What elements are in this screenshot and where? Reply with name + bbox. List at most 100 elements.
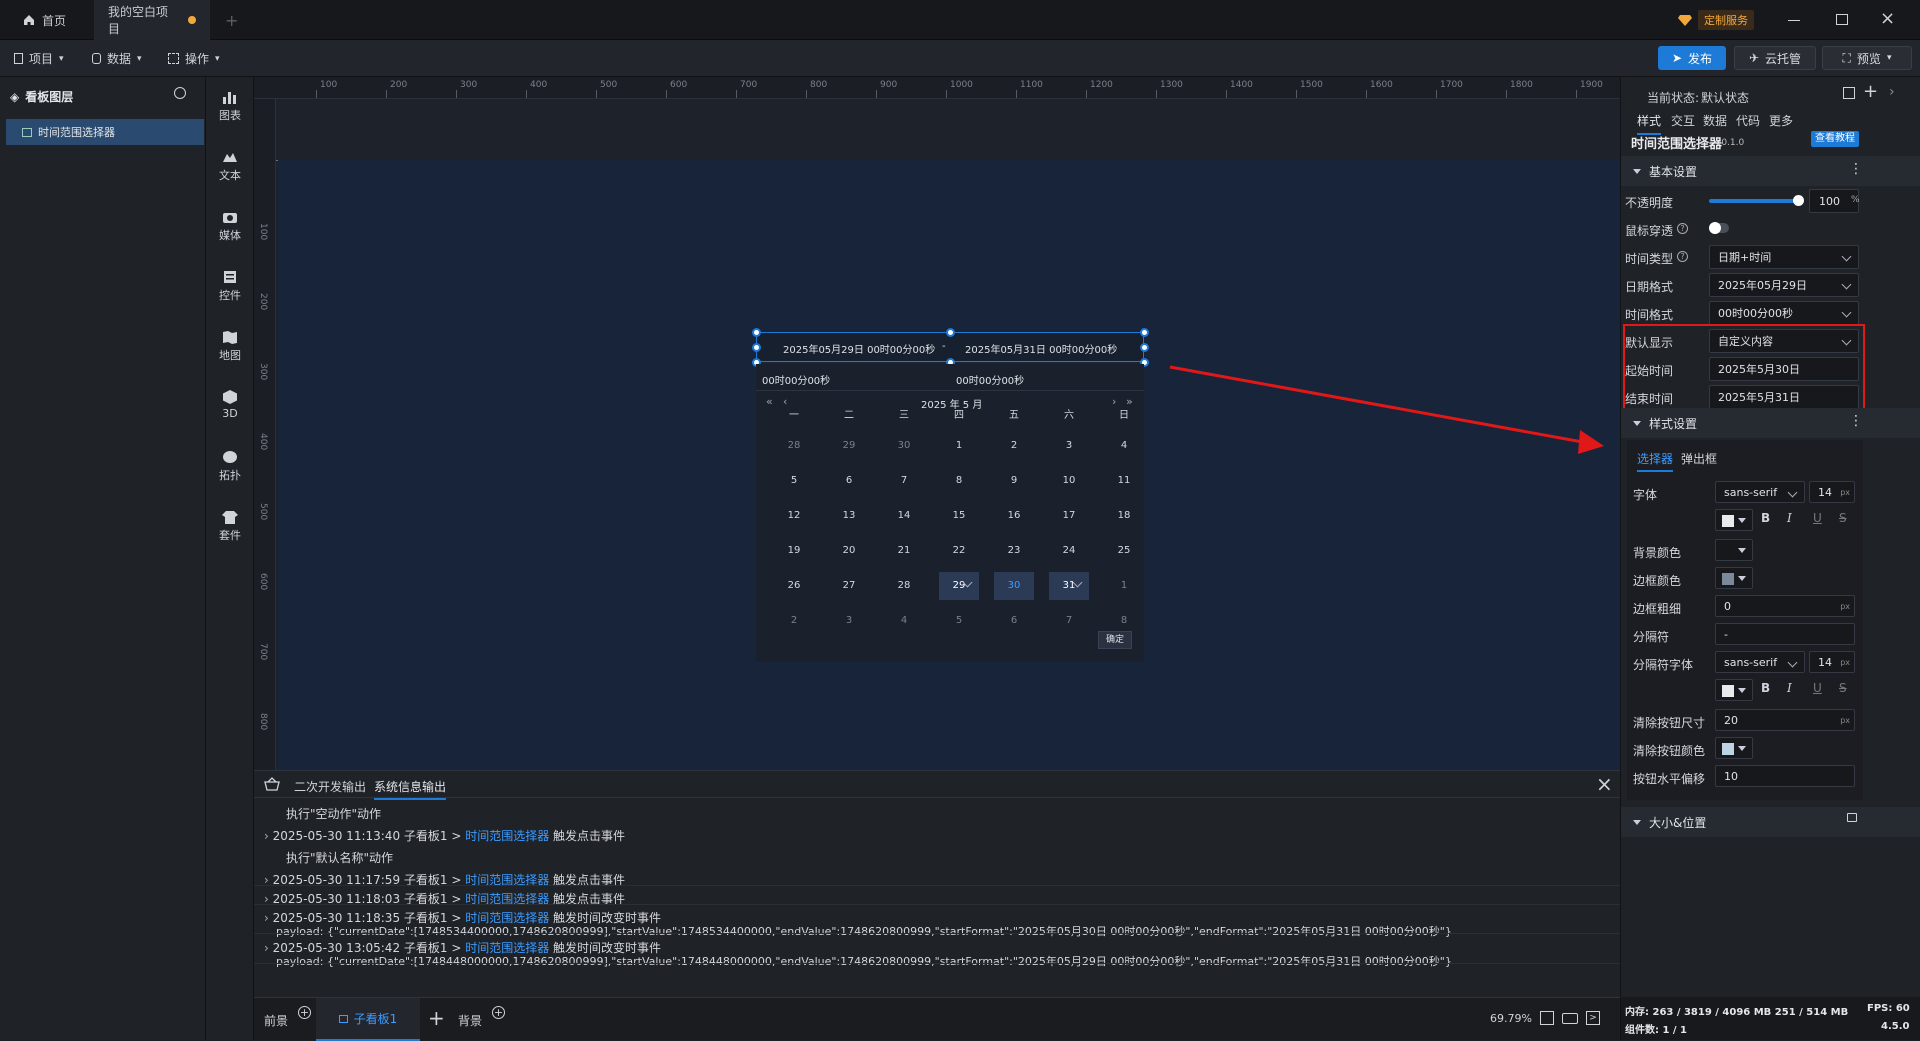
section-style[interactable]: 样式设置 (1621, 408, 1920, 438)
calendar-day[interactable]: 21 (884, 537, 924, 565)
section-size-position[interactable]: 大小&位置 (1621, 807, 1920, 837)
calendar-day[interactable]: 17 (1049, 502, 1089, 530)
help-icon[interactable]: ? (1677, 223, 1688, 234)
keyboard-icon[interactable] (1562, 1013, 1578, 1024)
cloud-host-button[interactable]: ✈ 云托管 (1734, 46, 1816, 70)
time-format-select[interactable]: 00时00分00秒 (1709, 301, 1859, 325)
calendar-day[interactable]: 6 (994, 607, 1034, 635)
tool-kit[interactable]: 套件 (206, 509, 254, 543)
more-vertical-icon[interactable]: ⋮ (1849, 161, 1863, 177)
strikethrough-icon[interactable]: S (1839, 511, 1847, 525)
underline-icon[interactable]: U (1813, 681, 1822, 695)
calendar-day[interactable]: 20 (829, 537, 869, 565)
resize-handle[interactable] (1140, 328, 1149, 337)
end-time-value[interactable]: 00时00分00秒 (956, 372, 1024, 387)
start-time-input[interactable]: 2025年5月30日 (1709, 357, 1859, 381)
calendar-day[interactable]: 2 (774, 607, 814, 635)
date-range-picker[interactable]: 2025年05月29日 00时00分00秒 - 2025年05月31日 00时0… (752, 328, 1149, 662)
picker-end-value[interactable]: 2025年05月31日 00时00分00秒 (965, 341, 1117, 356)
terminal-icon[interactable]: > (1586, 1011, 1600, 1025)
calendar-day[interactable]: 23 (994, 537, 1034, 565)
fit-screen-icon[interactable] (1540, 1011, 1554, 1025)
italic-icon[interactable]: I (1787, 511, 1792, 525)
calendar-day[interactable]: 1 (939, 432, 979, 460)
search-icon[interactable] (174, 87, 186, 99)
menu-project[interactable]: 项目 ▾ (14, 40, 64, 77)
time-type-select[interactable]: 日期+时间 (1709, 245, 1859, 269)
confirm-button[interactable]: 确定 (1098, 631, 1132, 649)
bold-icon[interactable]: B (1761, 681, 1770, 695)
date-format-select[interactable]: 2025年05月29日 (1709, 273, 1859, 297)
calendar-day[interactable]: 18 (1104, 502, 1144, 530)
picker-start-value[interactable]: 2025年05月29日 00时00分00秒 (783, 341, 935, 356)
add-front-icon[interactable]: + (298, 1006, 311, 1019)
tab-data[interactable]: 数据 (1703, 112, 1727, 129)
section-basic[interactable]: 基本设置 (1621, 156, 1920, 186)
calendar-day[interactable]: 28 (774, 432, 814, 460)
tutorial-button[interactable]: 查看教程 (1811, 131, 1859, 147)
calendar-day[interactable]: 5 (774, 467, 814, 495)
border-color-picker[interactable] (1715, 567, 1753, 589)
calendar-day[interactable]: 4 (1104, 432, 1144, 460)
expand-chevron-icon[interactable]: › (264, 941, 273, 955)
resize-handle[interactable] (752, 343, 761, 352)
calendar-day[interactable]: 16 (994, 502, 1034, 530)
edit-state-icon[interactable] (1843, 87, 1855, 99)
close-window-icon[interactable]: × (1880, 8, 1895, 29)
new-tab-plus-icon[interactable]: + (225, 11, 238, 30)
clear-color-picker[interactable] (1715, 737, 1753, 759)
default-display-select[interactable]: 自定义内容 (1709, 329, 1859, 353)
add-back-icon[interactable]: + (492, 1006, 505, 1019)
calendar-day[interactable]: 24 (1049, 537, 1089, 565)
tool-media[interactable]: 媒体 (206, 209, 254, 243)
sep-font-size-input[interactable]: 14 px (1809, 651, 1855, 673)
prev-year-icon[interactable]: « (766, 395, 773, 408)
separator-input[interactable]: - (1715, 623, 1855, 645)
end-time-input[interactable]: 2025年5月31日 (1709, 385, 1859, 409)
board-tab[interactable]: 子看板1 (316, 998, 420, 1041)
tool-map[interactable]: 地图 (206, 329, 254, 363)
tab-style[interactable]: 样式 (1637, 112, 1662, 135)
calendar-day[interactable]: 12 (774, 502, 814, 530)
calendar-day[interactable]: 7 (1049, 607, 1089, 635)
zoom-level[interactable]: 69.79% (1490, 1012, 1532, 1025)
back-layer-label[interactable]: 背景 (458, 1012, 482, 1029)
expand-chevron-icon[interactable]: › (264, 829, 273, 843)
sep-font-color-picker[interactable] (1715, 679, 1753, 701)
style-tab-popup[interactable]: 弹出框 (1681, 450, 1717, 467)
chevron-right-icon[interactable]: › (1889, 84, 1895, 100)
resize-handle[interactable] (752, 328, 761, 337)
calendar-day[interactable]: 1 (1104, 572, 1144, 600)
more-vertical-icon[interactable]: ⋮ (1849, 413, 1863, 429)
start-time-value[interactable]: 00时00分00秒 (762, 372, 830, 387)
calendar-day[interactable]: 8 (939, 467, 979, 495)
close-console-icon[interactable]: × (1596, 772, 1613, 796)
calendar-day[interactable]: 13 (829, 502, 869, 530)
basket-icon[interactable] (264, 777, 280, 791)
tool-3d[interactable]: 3D (206, 389, 254, 420)
calendar-day[interactable]: 30 (884, 432, 924, 460)
calendar-day[interactable]: 19 (774, 537, 814, 565)
lock-icon[interactable] (1847, 813, 1857, 822)
bold-icon[interactable]: B (1761, 511, 1770, 525)
calendar-day[interactable]: 28 (884, 572, 924, 600)
opacity-slider-thumb[interactable] (1793, 195, 1804, 206)
tool-chart[interactable]: 图表 (206, 89, 254, 123)
mouse-through-toggle[interactable] (1709, 222, 1729, 234)
calendar-day[interactable]: 15 (939, 502, 979, 530)
calendar-day[interactable]: 5 (939, 607, 979, 635)
publish-button[interactable]: ➤ 发布 (1658, 46, 1726, 70)
menu-data[interactable]: 数据 ▾ (92, 40, 142, 77)
calendar-day[interactable]: 30 (994, 572, 1034, 600)
console-tab-dev[interactable]: 二次开发输出 (294, 778, 366, 795)
calendar-day[interactable]: 2 (994, 432, 1034, 460)
strikethrough-icon[interactable]: S (1839, 681, 1847, 695)
calendar-day[interactable]: 10 (1049, 467, 1089, 495)
menu-operation[interactable]: 操作 ▾ (168, 40, 220, 77)
font-select[interactable]: sans-serif (1715, 481, 1805, 503)
calendar-day[interactable]: 3 (1049, 432, 1089, 460)
calendar-day[interactable]: 26 (774, 572, 814, 600)
calendar-day[interactable]: 22 (939, 537, 979, 565)
calendar-day[interactable]: 29 (939, 572, 979, 600)
tab-project[interactable]: 我的空白项目 (94, 0, 210, 40)
